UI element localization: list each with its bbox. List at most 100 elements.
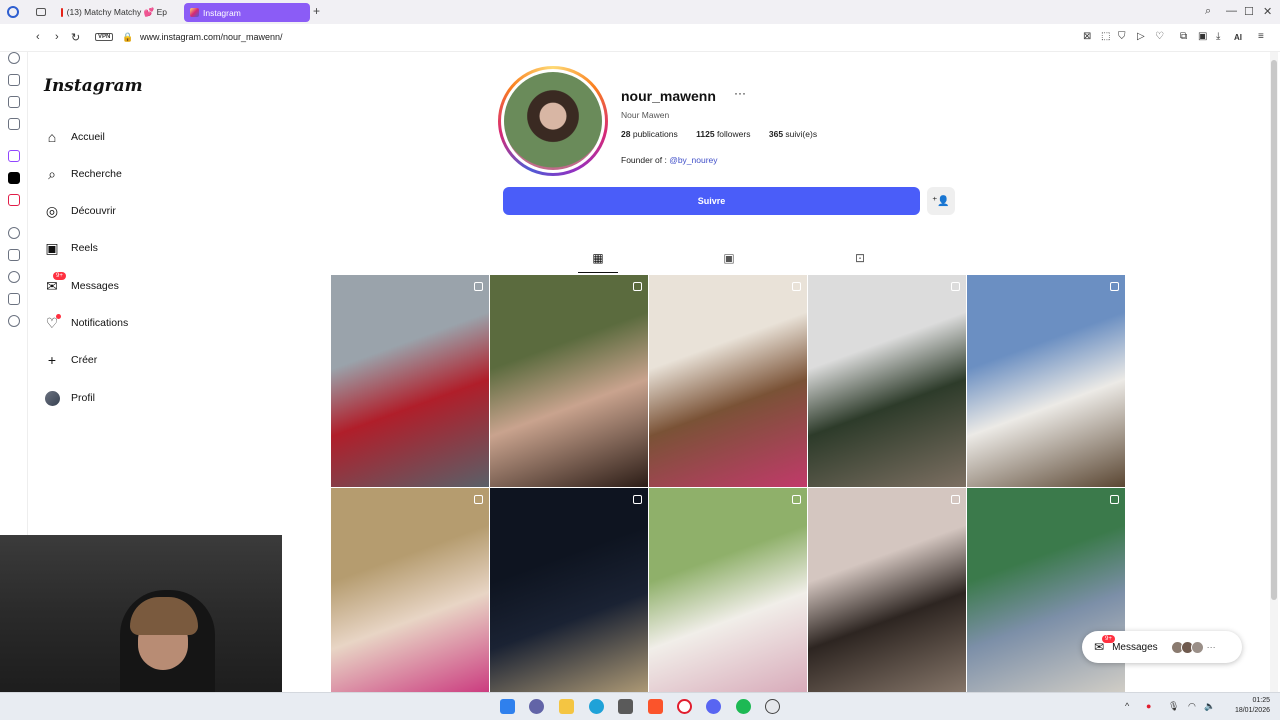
extension-icon[interactable]: ⊠ xyxy=(1083,31,1091,42)
heart-icon: ♡ xyxy=(44,314,61,331)
clock-icon[interactable] xyxy=(8,271,20,283)
wallet-icon[interactable]: ▣ xyxy=(1198,31,1207,42)
notification-dot xyxy=(56,314,61,319)
nav-item-reels[interactable]: ▣ Reels xyxy=(44,236,97,260)
more-options-icon[interactable]: ··· xyxy=(734,86,746,100)
screenshot-icon[interactable]: ⬚ xyxy=(1101,31,1110,42)
brave-icon[interactable] xyxy=(648,699,663,714)
browser-logo-icon[interactable] xyxy=(7,6,19,18)
heart-icon[interactable]: ♡ xyxy=(1155,31,1164,42)
forward-icon[interactable]: › xyxy=(55,31,59,43)
back-icon[interactable]: ‹ xyxy=(36,31,40,43)
system-clock[interactable]: 01:25 18/01/2026 xyxy=(1224,696,1270,716)
search-tabs-icon[interactable]: ⌕ xyxy=(1205,5,1211,18)
cube-icon[interactable] xyxy=(8,293,20,305)
windows-start-icon[interactable] xyxy=(500,699,515,714)
instagram-logo[interactable]: Instagram xyxy=(44,76,143,96)
tab-instagram[interactable]: Instagram xyxy=(184,3,310,22)
nav-item-create[interactable]: + Créer xyxy=(44,348,97,372)
tab-tagged[interactable]: ⊡ xyxy=(853,251,867,265)
nav-item-search[interactable]: ⌕ Recherche xyxy=(44,162,122,186)
post-thumbnail[interactable] xyxy=(808,488,966,700)
bio-link[interactable]: @by_nourey xyxy=(669,155,717,165)
tab-posts[interactable]: ▦ xyxy=(591,251,605,265)
carousel-icon xyxy=(474,495,483,504)
shop-icon[interactable] xyxy=(8,249,20,261)
app-icon[interactable] xyxy=(765,699,780,714)
edge-icon[interactable] xyxy=(589,699,604,714)
post-thumbnail[interactable] xyxy=(331,488,489,700)
avatar-wrap xyxy=(44,390,60,406)
nav-label: Accueil xyxy=(71,131,105,143)
messages-badge: 9+ xyxy=(1102,635,1115,643)
wifi-icon[interactable]: ◠ xyxy=(1188,701,1196,712)
download-icon[interactable]: ⤓ xyxy=(1216,31,1220,42)
post-thumbnail[interactable] xyxy=(490,275,648,487)
tray-chevron-icon[interactable]: ^ xyxy=(1125,701,1129,711)
spotify-icon[interactable] xyxy=(736,699,751,714)
scrollbar[interactable] xyxy=(1270,52,1278,692)
profile-avatar[interactable] xyxy=(498,66,608,176)
scrollbar-thumb[interactable] xyxy=(1271,60,1277,600)
tray-app-icon[interactable]: ● xyxy=(1146,701,1151,711)
player-icon[interactable] xyxy=(8,227,20,239)
ai-button[interactable]: AI xyxy=(1234,33,1242,42)
post-thumbnail[interactable] xyxy=(649,275,807,487)
new-tab-button[interactable]: + xyxy=(313,4,320,18)
nav-item-explore[interactable]: ◎ Découvrir xyxy=(44,199,116,223)
x-icon[interactable] xyxy=(8,172,20,184)
reel-icon xyxy=(633,282,642,291)
messenger-icon: ✉ 9+ xyxy=(44,272,66,294)
posts-label: publications xyxy=(632,129,678,139)
file-explorer-icon[interactable] xyxy=(559,699,574,714)
teams-icon[interactable] xyxy=(529,699,544,714)
post-thumbnail[interactable] xyxy=(331,275,489,487)
nav-item-notifications[interactable]: ♡ Notifications xyxy=(44,311,128,335)
shield-icon[interactable]: ⛉ xyxy=(1118,31,1126,42)
nav-label: Profil xyxy=(71,392,95,404)
close-icon[interactable]: ✕ xyxy=(1263,5,1272,18)
nav-item-home[interactable]: ⌂ Accueil xyxy=(44,125,105,149)
settings-icon[interactable] xyxy=(8,315,20,327)
post-thumbnail[interactable] xyxy=(649,488,807,700)
follow-button[interactable]: Suivre xyxy=(503,187,920,215)
post-thumbnail[interactable] xyxy=(967,275,1125,487)
player-icon[interactable]: ▷ xyxy=(1137,31,1145,42)
vpn-badge[interactable]: VPN xyxy=(95,33,114,41)
post-thumbnail[interactable] xyxy=(967,488,1125,700)
browser-tab-bar: (13) Matchy Matchy 💕 Ep Instagram + ⌕ — … xyxy=(0,0,1280,24)
tab-reels[interactable]: ▣ xyxy=(722,251,736,265)
carousel-icon xyxy=(951,495,960,504)
nav-item-messages[interactable]: ✉ 9+ Messages xyxy=(44,272,119,298)
maximize-icon[interactable]: ☐ xyxy=(1244,5,1254,18)
twitch-icon[interactable] xyxy=(8,150,20,162)
volume-icon[interactable]: 🔈 xyxy=(1204,701,1215,712)
post-thumbnail[interactable] xyxy=(808,275,966,487)
tab-youtube[interactable]: (13) Matchy Matchy 💕 Ep xyxy=(55,3,173,22)
bio-text: Founder of : xyxy=(621,155,670,165)
wallet-icon[interactable] xyxy=(8,96,20,108)
nav-label: Notifications xyxy=(71,317,129,329)
history-icon[interactable] xyxy=(8,52,20,64)
workspace-icon[interactable] xyxy=(36,8,46,16)
store-icon[interactable] xyxy=(618,699,633,714)
nav-item-profile[interactable]: Profil xyxy=(44,386,95,410)
bookmarks-icon[interactable] xyxy=(8,74,20,86)
messages-widget[interactable]: ✉ 9+ Messages ··· xyxy=(1082,631,1242,663)
puzzle-icon[interactable]: ⧉ xyxy=(1180,31,1187,42)
reading-list-icon[interactable] xyxy=(8,118,20,130)
url-field[interactable]: www.instagram.com/nour_mawenn/ xyxy=(140,32,283,42)
carousel-icon xyxy=(1110,282,1119,291)
minimize-icon[interactable]: — xyxy=(1226,5,1237,17)
microphone-icon[interactable]: 🎙 xyxy=(1168,701,1179,712)
menu-icon[interactable]: ≡ xyxy=(1258,31,1264,42)
reload-icon[interactable]: ↻ xyxy=(71,31,80,44)
vpn-shield-icon[interactable] xyxy=(8,194,20,206)
stat-following[interactable]: 365 suivi(e)s xyxy=(769,129,825,139)
opera-icon[interactable] xyxy=(677,699,692,714)
post-thumbnail[interactable] xyxy=(490,488,648,700)
suggest-similar-button[interactable]: ⁺👤 xyxy=(927,187,955,215)
lock-icon[interactable]: 🔒 xyxy=(122,32,133,43)
discord-icon[interactable] xyxy=(706,699,721,714)
stat-followers[interactable]: 1125 followers xyxy=(696,129,758,139)
